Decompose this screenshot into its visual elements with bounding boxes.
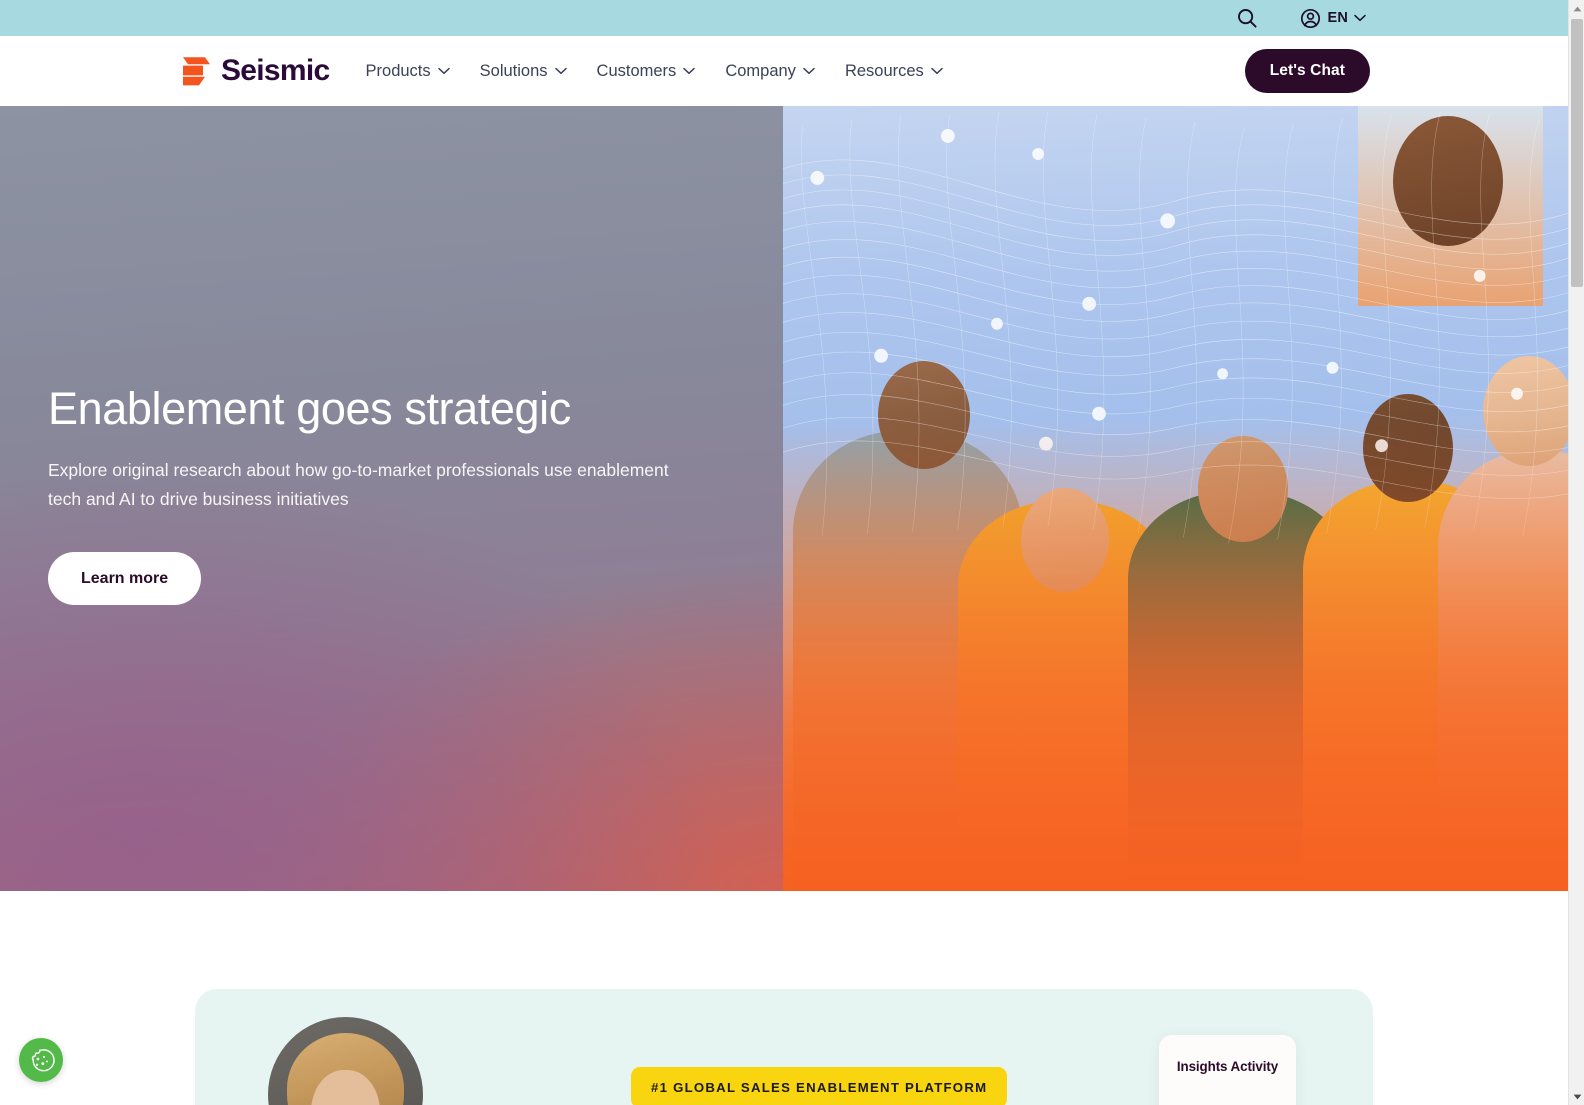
nav-item-solutions[interactable]: Solutions [478,56,569,87]
hero-text-panel: Enablement goes strategic Explore origin… [0,106,783,891]
insights-bar-chart [1159,1093,1296,1105]
nav-item-company[interactable]: Company [723,56,817,87]
nav-item-customers[interactable]: Customers [595,56,698,87]
page-scrollbar[interactable] [1568,0,1584,1105]
chevron-down-icon [683,67,696,75]
scrollbar-thumb[interactable] [1571,19,1583,287]
chevron-down-icon [1354,14,1366,22]
search-icon [1238,9,1258,28]
chevron-down-icon [803,67,815,75]
customer-portrait-avatar [268,1017,423,1105]
nav-label: Customers [596,61,677,80]
language-selector[interactable]: EN [1300,8,1366,29]
hero-subtitle: Explore original research about how go-t… [48,460,669,509]
chevron-down-icon [931,67,943,75]
chevron-down-icon [554,67,567,75]
cookie-preferences-button[interactable] [19,1038,63,1082]
main-navigation: Products Solutions Customers Company Res… [364,56,945,87]
promo-panel: #1 GLOBAL SALES ENABLEMENT PLATFORM Insi… [195,989,1373,1105]
wave-mesh-graphic-icon [783,111,1568,544]
nav-item-resources[interactable]: Resources [843,56,945,87]
browser-viewport: EN Seismic Products Solutions Customers … [0,0,1584,1105]
scroll-down-arrow-icon [1573,1094,1581,1099]
chevron-down-icon [437,67,450,75]
utility-actions: EN [1236,7,1366,29]
insights-card-title: Insights Activity [1176,1059,1279,1074]
nav-item-products[interactable]: Products [364,56,452,87]
scroll-down-button[interactable] [1569,1088,1584,1105]
lets-chat-button[interactable]: Let's Chat [1244,49,1370,93]
nav-label: Solutions [479,61,548,80]
seismic-s-mark-icon [183,57,210,86]
user-account-icon [1301,8,1321,28]
hero-section: Enablement goes strategic Explore origin… [0,106,1568,891]
promo-section: #1 GLOBAL SALES ENABLEMENT PLATFORM Insi… [0,891,1568,1105]
scroll-up-button[interactable] [1569,0,1584,17]
page-content: EN Seismic Products Solutions Customers … [0,0,1568,1105]
nav-label: Company [725,61,796,80]
hero-image [783,106,1568,891]
hero-title: Enablement goes strategic [48,382,571,434]
learn-more-button[interactable]: Learn more [48,552,202,606]
seismic-logo[interactable]: Seismic [181,54,330,88]
mesh-node-dots [810,128,1523,453]
insights-activity-card: Insights Activity [1159,1035,1296,1105]
nav-label: Products [365,61,431,80]
language-code: EN [1327,10,1348,26]
cookie-icon [31,1048,55,1071]
logo-wordmark: Seismic [221,54,330,87]
scroll-up-arrow-icon [1573,6,1581,11]
nav-label: Resources [844,61,924,80]
search-button[interactable] [1236,7,1258,29]
platform-badge: #1 GLOBAL SALES ENABLEMENT PLATFORM [631,1067,1008,1105]
site-header: Seismic Products Solutions Customers Com… [0,36,1568,106]
utility-bar: EN [0,0,1568,36]
